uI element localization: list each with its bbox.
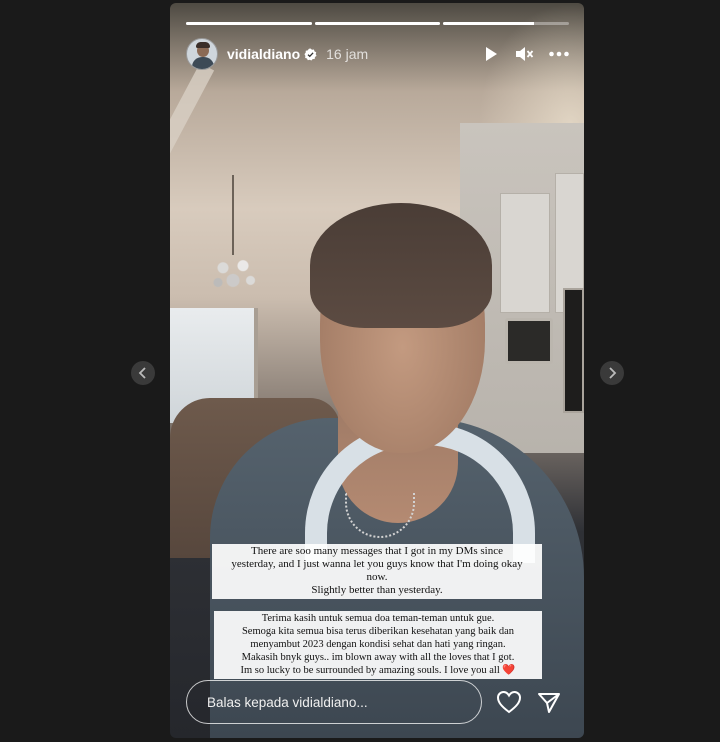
caption-line: Terima kasih untuk semua doa teman-teman…: [261, 613, 495, 624]
story-viewer[interactable]: vidialdiano 16 jam There are soo many me…: [170, 3, 584, 738]
story-progress: [186, 22, 570, 25]
caption-line: menyambut 2023 dengan kondisi sehat dan …: [250, 639, 506, 650]
caption-line: Slightly better than yesterday.: [311, 584, 443, 596]
caption-line: Im so lucky to be surrounded by amazing …: [218, 664, 538, 677]
username[interactable]: vidialdiano: [227, 46, 300, 62]
story-header: vidialdiano 16 jam: [186, 38, 570, 70]
heart-icon[interactable]: [496, 690, 522, 714]
chandelier: [208, 251, 258, 293]
caption-line: Makasih bnyk guys.. im blown away with a…: [241, 652, 515, 663]
avatar[interactable]: [186, 38, 218, 70]
chevron-left-icon: [138, 367, 146, 379]
progress-segment: [314, 22, 441, 25]
previous-story-button[interactable]: [131, 361, 155, 385]
next-story-button[interactable]: [600, 361, 624, 385]
oven: [563, 288, 584, 413]
chevron-right-icon: [609, 367, 617, 379]
caption-indonesian: Terima kasih untuk semua doa teman-teman…: [214, 611, 542, 679]
more-icon[interactable]: [548, 45, 570, 63]
caption-line: yesterday, and I just wanna let you guys…: [231, 558, 523, 570]
verified-badge-icon: [304, 47, 317, 61]
post-time: 16 jam: [326, 46, 369, 62]
caption-line: There are soo many messages that I got i…: [250, 545, 504, 557]
reply-placeholder: Balas kepada vidialdiano...: [207, 694, 368, 710]
send-icon[interactable]: [537, 691, 561, 715]
heart-emoji: ❤️: [502, 665, 516, 676]
progress-segment: [443, 22, 570, 25]
play-icon[interactable]: [482, 45, 500, 63]
microwave: [505, 318, 553, 364]
mute-icon[interactable]: [514, 45, 534, 63]
caption-english: There are soo many messages that I got i…: [212, 544, 542, 599]
reply-field[interactable]: Balas kepada vidialdiano...: [186, 680, 482, 724]
progress-segment: [186, 22, 312, 25]
ceiling-beam: [170, 63, 215, 248]
caption-line-text: Im so lucky to be surrounded by amazing …: [240, 665, 500, 676]
caption-line: now.: [366, 571, 388, 583]
caption-line: Semoga kita semua bisa terus diberikan k…: [241, 626, 515, 637]
chandelier-wire: [232, 175, 234, 255]
person-hair: [310, 203, 492, 328]
cabinet: [500, 193, 550, 313]
